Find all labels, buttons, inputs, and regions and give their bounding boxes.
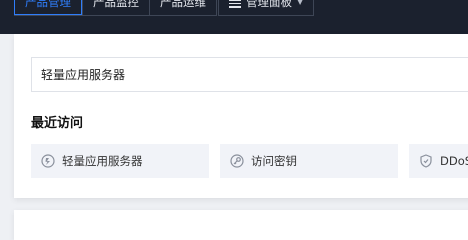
recent-item-lightweight-server[interactable]: 轻量应用服务器 [31, 144, 209, 178]
product-nav-tabs: 产品管理 产品监控 产品运维 [14, 0, 217, 16]
recent-item-ddos[interactable]: DDoS [409, 144, 468, 178]
top-navigation-bar: 产品管理 产品监控 产品运维 管理面板 ▼ [0, 0, 468, 34]
shield-icon [419, 154, 433, 168]
search-card: 轻量应用服务器 最近访问 轻量应用服务器 访问密钥 DDo [14, 34, 468, 198]
menu-icon [229, 0, 241, 8]
recent-item-label: 轻量应用服务器 [62, 154, 143, 168]
access-key-icon [230, 154, 244, 168]
search-input[interactable]: 轻量应用服务器 [31, 57, 468, 92]
caret-down-icon: ▼ [297, 0, 304, 6]
recent-visits-title: 最近访问 [31, 116, 84, 131]
tab-product-operations[interactable]: 产品运维 [149, 0, 216, 15]
recent-item-label: DDoS [440, 154, 468, 168]
tab-product-monitoring[interactable]: 产品监控 [82, 0, 149, 15]
lightweight-server-icon [41, 154, 55, 168]
search-input-value: 轻量应用服务器 [41, 68, 126, 82]
recent-item-access-key[interactable]: 访问密钥 [220, 144, 398, 178]
tab-product-management[interactable]: 产品管理 [14, 0, 82, 15]
recent-item-label: 访问密钥 [251, 154, 297, 168]
management-panel-label: 管理面板 [246, 0, 292, 9]
next-section-card [14, 210, 468, 240]
management-panel-button[interactable]: 管理面板 ▼ [218, 0, 315, 16]
